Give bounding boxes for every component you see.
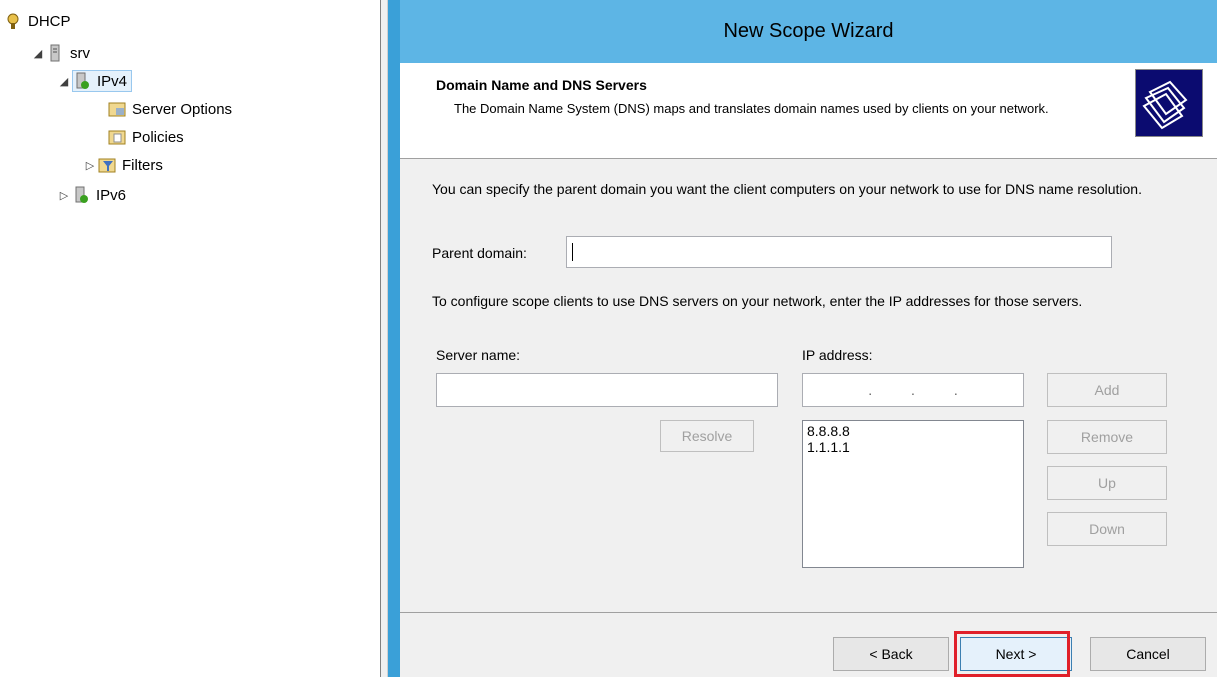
server-icon [46, 44, 64, 62]
ip-address-input[interactable]: . . . [802, 373, 1024, 407]
tree-item-ipv4[interactable]: ◢ IPv4 [56, 70, 133, 92]
tree-item-ipv6[interactable]: ▷ IPv6 [56, 184, 126, 206]
policies-icon [108, 128, 126, 146]
cancel-button-label: Cancel [1126, 646, 1170, 662]
tree-item-dhcp[interactable]: DHCP [4, 10, 71, 32]
folders-icon [1135, 69, 1203, 137]
parent-domain-label: Parent domain: [432, 245, 527, 261]
intro-text: You can specify the parent domain you wa… [432, 181, 1142, 197]
ip-address-label: IP address: [802, 347, 873, 363]
wizard-body: You can specify the parent domain you wa… [400, 159, 1217, 677]
up-button-label: Up [1098, 475, 1116, 491]
ipv6-icon [72, 186, 90, 204]
add-button-label: Add [1094, 382, 1120, 398]
wizard-frame [388, 0, 400, 677]
tree-label-filters: Filters [122, 156, 163, 174]
pane-splitter[interactable] [380, 0, 388, 677]
collapsed-arrow-icon[interactable]: ▷ [56, 189, 72, 202]
ipv4-icon [73, 72, 91, 90]
back-button-label: < Back [869, 646, 913, 662]
page-subtitle: The Domain Name System (DNS) maps and tr… [454, 101, 1049, 116]
wizard-header: Domain Name and DNS Servers The Domain N… [400, 63, 1217, 159]
up-button[interactable]: Up [1047, 466, 1167, 500]
tree-label-srv: srv [70, 44, 90, 62]
collapsed-arrow-icon[interactable]: ▷ [82, 159, 98, 172]
tree-label-policies: Policies [132, 128, 184, 146]
parent-domain-input[interactable] [566, 236, 1112, 268]
back-button[interactable]: < Back [833, 637, 949, 671]
tree-selection: IPv4 [72, 70, 133, 92]
remove-button-label: Remove [1080, 429, 1134, 445]
server-name-input[interactable] [436, 373, 778, 407]
dns-servers-list[interactable]: 8.8.8.8 1.1.1.1 [802, 420, 1024, 568]
tree-label-dhcp: DHCP [28, 12, 71, 30]
console-tree: DHCP ◢ srv ◢ IPv4 Server Options Policie… [0, 0, 381, 677]
next-highlight [954, 631, 1070, 677]
down-button[interactable]: Down [1047, 512, 1167, 546]
server-options-icon [108, 100, 126, 118]
tree-label-ipv4: IPv4 [97, 72, 128, 90]
resolve-button-label: Resolve [681, 428, 733, 444]
ip-address-dots: . . . [868, 382, 958, 398]
tree-item-policies[interactable]: Policies [108, 126, 184, 148]
cancel-button[interactable]: Cancel [1090, 637, 1206, 671]
filters-icon [98, 156, 116, 174]
expanded-arrow-icon[interactable]: ◢ [30, 47, 46, 60]
text-cursor [572, 243, 573, 261]
down-button-label: Down [1089, 521, 1125, 537]
remove-button[interactable]: Remove [1047, 420, 1167, 454]
tree-label-ipv6: IPv6 [96, 186, 127, 204]
list-item[interactable]: 8.8.8.8 [807, 423, 1019, 439]
expanded-arrow-icon[interactable]: ◢ [56, 75, 72, 88]
tree-label-server-options: Server Options [132, 100, 233, 118]
server-name-label: Server name: [436, 347, 521, 363]
add-button[interactable]: Add [1047, 373, 1167, 407]
page-title: Domain Name and DNS Servers [436, 77, 647, 93]
dhcp-icon [4, 12, 22, 30]
resolve-button[interactable]: Resolve [660, 420, 754, 452]
wizard-title: New Scope Wizard [723, 20, 894, 42]
list-item[interactable]: 1.1.1.1 [807, 439, 1019, 455]
footer-separator [400, 612, 1217, 613]
tree-item-server-options[interactable]: Server Options [108, 98, 232, 120]
tree-item-filters[interactable]: ▷ Filters [82, 154, 163, 176]
dns-intro-text: To configure scope clients to use DNS se… [432, 293, 1083, 309]
tree-item-srv[interactable]: ◢ srv [30, 42, 90, 64]
wizard-title-bar[interactable]: New Scope Wizard [400, 0, 1217, 63]
